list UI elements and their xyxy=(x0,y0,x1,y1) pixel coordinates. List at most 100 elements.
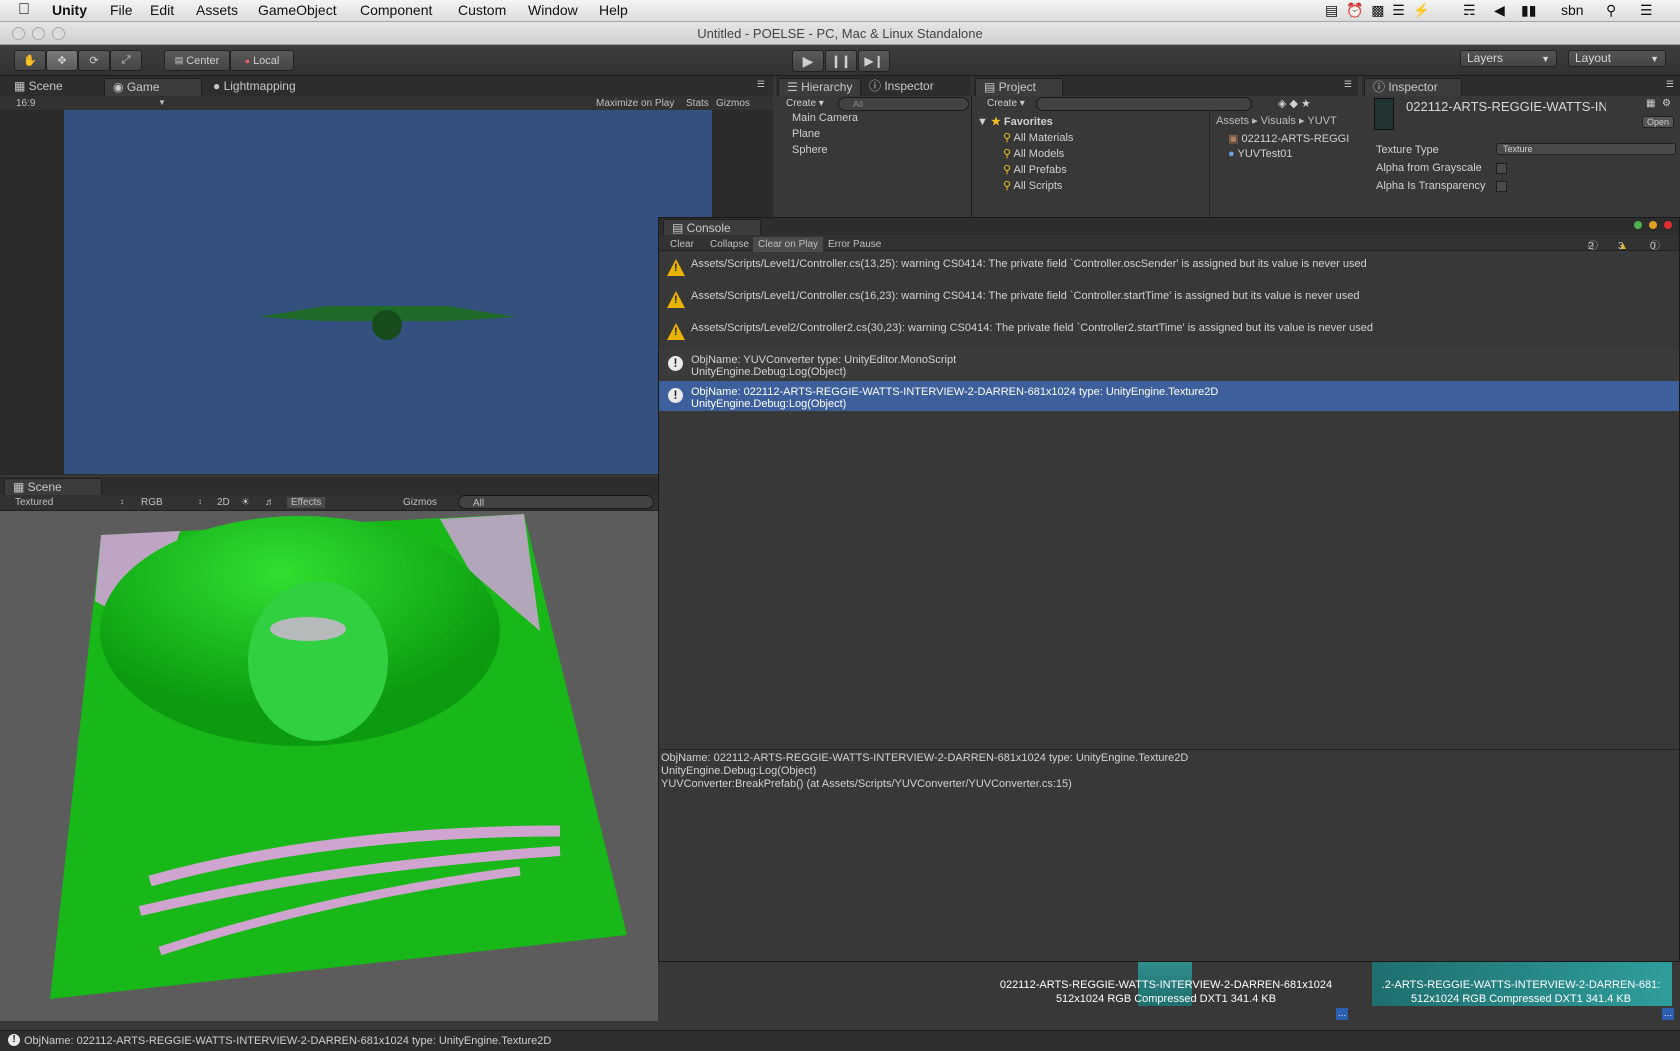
notification-icon[interactable]: ☰ xyxy=(1640,2,1653,19)
console-row[interactable]: ! Assets/Scripts/Level1/Controller.cs(13… xyxy=(659,253,1679,283)
battery-icon[interactable]: ▮▮ xyxy=(1521,2,1536,19)
status-icons[interactable]: ▤ ⏰ ▩ ☰ ⚡ xyxy=(1325,2,1430,19)
texture-thumbnail xyxy=(1374,98,1394,130)
user-name[interactable]: sbn xyxy=(1561,2,1584,18)
tab-scene[interactable]: ▦ Scene xyxy=(6,78,71,95)
move-tool-button[interactable]: ✥ xyxy=(46,50,78,71)
favorite-item[interactable]: ⚲ All Materials xyxy=(1003,131,1073,144)
pivot-local-button[interactable]: ● Local xyxy=(230,50,294,71)
color-mode-dropdown[interactable]: RGB xyxy=(141,497,163,508)
menu-component[interactable]: Component xyxy=(360,2,432,18)
more-icon[interactable]: … xyxy=(1662,1008,1674,1020)
console-row[interactable]: ! ObjName: YUVConverter type: UnityEdito… xyxy=(659,349,1679,379)
tab-inspector[interactable]: ⓘ Inspector xyxy=(1364,78,1462,96)
help-icon[interactable]: ▦ xyxy=(1646,98,1655,109)
gear-icon[interactable]: ⚙ xyxy=(1662,98,1671,109)
menu-file[interactable]: File xyxy=(110,2,133,18)
step-button[interactable]: ▶❙ xyxy=(858,50,890,72)
status-bar[interactable]: ! ObjName: 022112-ARTS-REGGIE-WATTS-INTE… xyxy=(0,1030,1680,1051)
tab-game[interactable]: ◉ Game xyxy=(104,78,202,96)
clear-button[interactable]: Clear xyxy=(665,237,699,252)
pivot-center-button[interactable]: ▤ Center xyxy=(164,50,230,71)
alpha-grayscale-checkbox[interactable] xyxy=(1496,163,1507,174)
lighting-toggle-icon[interactable]: ☀ xyxy=(241,497,250,508)
scene-gizmos-dropdown[interactable]: Gizmos xyxy=(403,497,437,508)
effects-dropdown[interactable]: Effects xyxy=(287,497,326,508)
asset-item[interactable]: ▣ 022112-ARTS-REGGI xyxy=(1228,132,1349,145)
scene-view-viewport[interactable] xyxy=(0,511,658,1021)
tab-inspector-small[interactable]: ⓘ Inspector xyxy=(861,78,942,95)
preview-info: 512x1024 RGB Compressed DXT1 341.4 KB xyxy=(1055,993,1277,1005)
layers-dropdown[interactable]: Layers ▼ xyxy=(1460,50,1557,67)
asset-item[interactable]: ● YUVTest01 xyxy=(1228,148,1293,160)
clear-on-play-button[interactable]: Clear on Play xyxy=(753,237,824,252)
breadcrumb-item[interactable]: Assets xyxy=(1216,115,1249,127)
volume-icon[interactable]: ◀ xyxy=(1494,2,1505,19)
maximize-icon[interactable] xyxy=(1634,221,1642,229)
project-search-input[interactable] xyxy=(1036,97,1252,111)
panel-menu-icon[interactable]: ☰ xyxy=(757,79,765,90)
more-icon[interactable]: … xyxy=(1336,1008,1348,1020)
audio-toggle-icon[interactable]: ♬ xyxy=(265,497,275,508)
tab-scene-bottom[interactable]: ▦ Scene xyxy=(4,478,102,496)
spotlight-icon[interactable]: ⚲ xyxy=(1606,2,1616,19)
tab-hierarchy[interactable]: ☰ Hierarchy xyxy=(778,78,862,96)
error-count-toggle[interactable]: ⓘ 0 xyxy=(1645,237,1660,252)
lock-icon[interactable]: ☰ xyxy=(1344,79,1352,90)
console-row[interactable]: ! Assets/Scripts/Level2/Controller2.cs(3… xyxy=(659,317,1679,347)
filter-icons[interactable]: ◈ ◆ ★ xyxy=(1278,97,1311,110)
tab-project[interactable]: ▤ Project xyxy=(975,78,1063,96)
error-pause-button[interactable]: Error Pause xyxy=(823,237,886,252)
rotate-tool-button[interactable]: ⟳ xyxy=(78,50,110,71)
menu-assets[interactable]: Assets xyxy=(196,2,238,18)
scale-tool-button[interactable]: ⤢ xyxy=(110,50,142,71)
scene-search-input[interactable]: All xyxy=(458,495,654,509)
render-mode-dropdown[interactable]: Textured xyxy=(15,497,53,508)
play-button[interactable]: ▶ xyxy=(792,50,824,72)
stats-toggle[interactable]: Stats xyxy=(686,98,709,109)
breadcrumb-item[interactable]: Visuals xyxy=(1261,115,1296,127)
warning-count-toggle[interactable]: ▲ 3 xyxy=(1613,237,1628,252)
console-splitter[interactable] xyxy=(659,749,1679,750)
layout-dropdown[interactable]: Layout ▼ xyxy=(1568,50,1666,67)
texture-type-dropdown[interactable]: Texture xyxy=(1496,143,1676,155)
menu-edit[interactable]: Edit xyxy=(150,2,174,18)
console-row-selected[interactable]: ! ObjName: 022112-ARTS-REGGIE-WATTS-INTE… xyxy=(659,381,1679,411)
info-count-toggle[interactable]: ⓘ 2 xyxy=(1583,237,1598,252)
menu-gameobject[interactable]: GameObject xyxy=(258,2,337,18)
alpha-transparency-checkbox[interactable] xyxy=(1496,181,1507,192)
game-view-viewport[interactable] xyxy=(64,110,712,474)
pause-button[interactable]: ❙❙ xyxy=(825,50,857,72)
open-button[interactable]: Open xyxy=(1642,116,1675,128)
menu-custom[interactable]: Custom xyxy=(458,2,506,18)
app-menu[interactable]: Unity xyxy=(52,2,87,18)
menu-help[interactable]: Help xyxy=(599,2,628,18)
tab-lightmapping[interactable]: ● Lightmapping xyxy=(205,78,304,95)
minimize-icon[interactable] xyxy=(1649,221,1657,229)
hierarchy-item-main-camera[interactable]: Main Camera xyxy=(792,112,858,124)
favorite-item[interactable]: ⚲ All Prefabs xyxy=(1003,163,1067,176)
project-create-dropdown[interactable]: Create ▾ xyxy=(987,98,1025,109)
collapse-button[interactable]: Collapse xyxy=(705,237,754,252)
hierarchy-item-sphere[interactable]: Sphere xyxy=(792,144,827,156)
wifi-icon[interactable]: ☴ xyxy=(1463,2,1476,19)
favorites-header[interactable]: ▼ ★ Favorites xyxy=(977,115,1053,128)
hierarchy-item-plane[interactable]: Plane xyxy=(792,128,820,140)
close-icon[interactable] xyxy=(1664,221,1672,229)
hierarchy-search-input[interactable]: All xyxy=(838,97,969,111)
gizmos-toggle[interactable]: Gizmos xyxy=(716,98,750,109)
favorite-item[interactable]: ⚲ All Models xyxy=(1003,147,1064,160)
panel-menu-icon[interactable]: ☰ xyxy=(1666,79,1674,90)
maximize-on-play-toggle[interactable]: Maximize on Play xyxy=(596,98,674,109)
game-scene-render xyxy=(258,306,516,340)
menu-window[interactable]: Window xyxy=(528,2,578,18)
apple-icon[interactable]:  xyxy=(18,1,30,19)
hand-tool-button[interactable]: ✋ xyxy=(14,50,46,71)
favorite-item[interactable]: ⚲ All Scripts xyxy=(1003,179,1062,192)
aspect-dropdown[interactable]: 16:9 xyxy=(16,98,35,109)
breadcrumb-item[interactable]: YUVT xyxy=(1307,115,1336,127)
console-row[interactable]: ! Assets/Scripts/Level1/Controller.cs(16… xyxy=(659,285,1679,315)
hierarchy-create-dropdown[interactable]: Create ▾ xyxy=(786,98,824,109)
2d-toggle[interactable]: 2D xyxy=(217,497,230,508)
local-icon: ● xyxy=(244,55,251,66)
